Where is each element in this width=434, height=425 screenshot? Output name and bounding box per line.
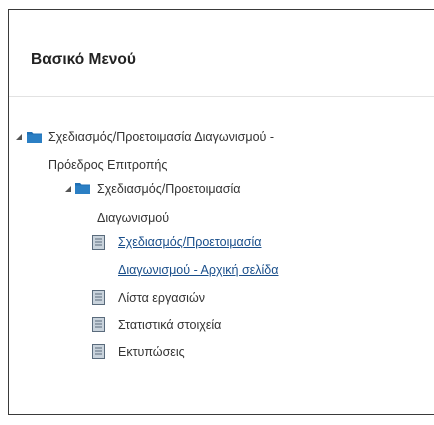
expand-arrow-icon[interactable]: [65, 186, 71, 192]
tree-node-child-label-line2[interactable]: Διαγωνισμού: [97, 211, 169, 225]
document-icon: [92, 235, 105, 250]
folder-icon: [27, 132, 42, 143]
document-icon: [92, 290, 105, 305]
tree-node-child-label-line1[interactable]: Σχεδιασμός/Προετοιμασία: [97, 182, 241, 196]
menu-tree: Σχεδιασμός/Προετοιμασία Διαγωνισμού - Πρ…: [9, 10, 434, 414]
document-icon: [92, 344, 105, 359]
folder-icon: [75, 183, 90, 194]
document-icon: [92, 317, 105, 332]
home-link-line1[interactable]: Σχεδιασμός/Προετοιμασία: [118, 235, 262, 249]
expand-arrow-icon[interactable]: [16, 134, 22, 140]
main-menu-panel: Βασικό Μενού Σχεδιασμός/Προετοιμασία Δια…: [8, 9, 434, 415]
tree-node-root-label-line1[interactable]: Σχεδιασμός/Προετοιμασία Διαγωνισμού -: [48, 130, 274, 144]
home-link-line2[interactable]: Διαγωνισμού - Αρχική σελίδα: [118, 263, 278, 277]
tree-node-root-label-line2[interactable]: Πρόεδρος Επιτροπής: [48, 158, 167, 172]
statistics-label[interactable]: Στατιστικά στοιχεία: [118, 318, 221, 332]
task-list-label[interactable]: Λίστα εργασιών: [118, 291, 205, 305]
printouts-label[interactable]: Εκτυπώσεις: [118, 345, 185, 359]
